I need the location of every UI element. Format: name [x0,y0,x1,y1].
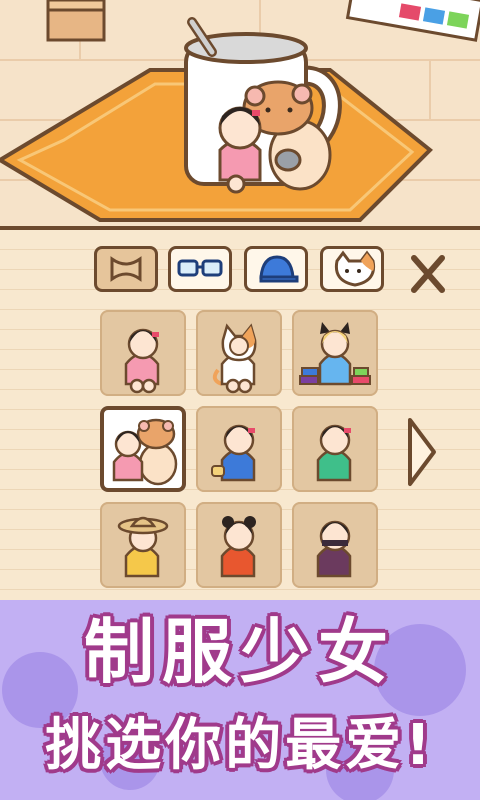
outfit-item[interactable] [100,310,186,396]
girl-pink-with-hamster-icon [112,418,178,486]
room-scene [0,0,480,232]
close-icon [411,255,445,293]
cap-icon [259,255,299,283]
tab-pet[interactable] [320,246,384,292]
outfit-item[interactable] [196,310,282,396]
promo-title: 制服少女 [84,611,396,693]
girl-ninja-purple-icon [316,520,352,578]
girl-straw-hat-yellow-icon [117,516,169,578]
cat-face-icon [334,250,376,287]
girl-blue-dress-icon [211,424,256,482]
scene-art [0,0,480,232]
close-button[interactable] [404,250,452,298]
outfit-item[interactable] [292,502,378,588]
girl-green-dress-icon [316,424,352,482]
promo-subtitle: 挑选你的最爱! [45,713,435,778]
outfit-item[interactable] [292,310,378,396]
box-icon [46,0,106,42]
girl-red-qipao-icon [220,516,256,578]
outfit-item[interactable] [196,406,282,492]
chevron-right-icon [408,418,436,486]
tab-bow[interactable] [94,246,158,292]
girl-pink-dress-icon [124,328,160,394]
bow-icon [110,256,142,282]
outfit-item-selected[interactable] [100,406,186,492]
girl-blue-ribbons-with-books-icon [299,322,371,386]
girl-cat-costume-icon [212,323,257,394]
tab-glasses[interactable] [168,246,232,292]
tab-hat[interactable] [244,246,308,292]
outfit-grid [100,310,390,588]
outfit-item[interactable] [292,406,378,492]
glasses-icon [177,259,223,277]
outfit-item[interactable] [100,502,186,588]
outfit-item[interactable] [196,502,282,588]
next-page-button[interactable] [404,416,438,488]
